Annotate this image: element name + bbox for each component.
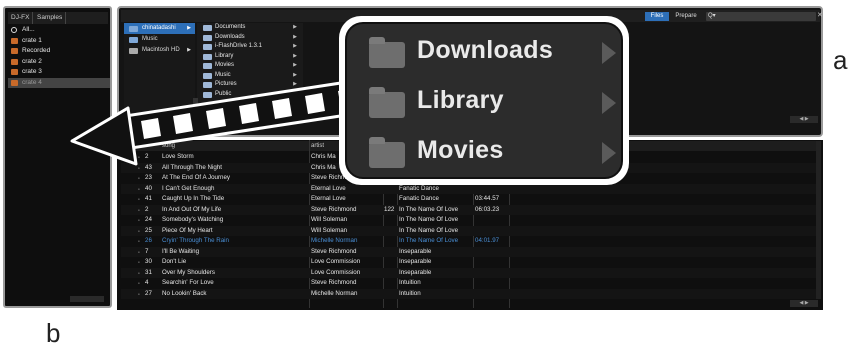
folder-icon bbox=[369, 87, 405, 118]
arrow-graphic bbox=[70, 77, 375, 166]
chevron-right-icon bbox=[602, 92, 616, 114]
zoom-item-library: Library bbox=[347, 80, 621, 128]
zoom-item-movies: Movies bbox=[347, 130, 621, 177]
callout-label-a: a bbox=[833, 45, 848, 75]
folder-icon bbox=[369, 137, 405, 168]
callout-label-b: b bbox=[46, 318, 61, 348]
folder-icon bbox=[369, 37, 405, 68]
chevron-right-icon bbox=[602, 42, 616, 64]
zoom-item-downloads: Downloads bbox=[347, 30, 621, 78]
zoom-callout-content: Downloads Library Movies bbox=[345, 22, 623, 179]
chevron-right-icon bbox=[602, 142, 616, 164]
